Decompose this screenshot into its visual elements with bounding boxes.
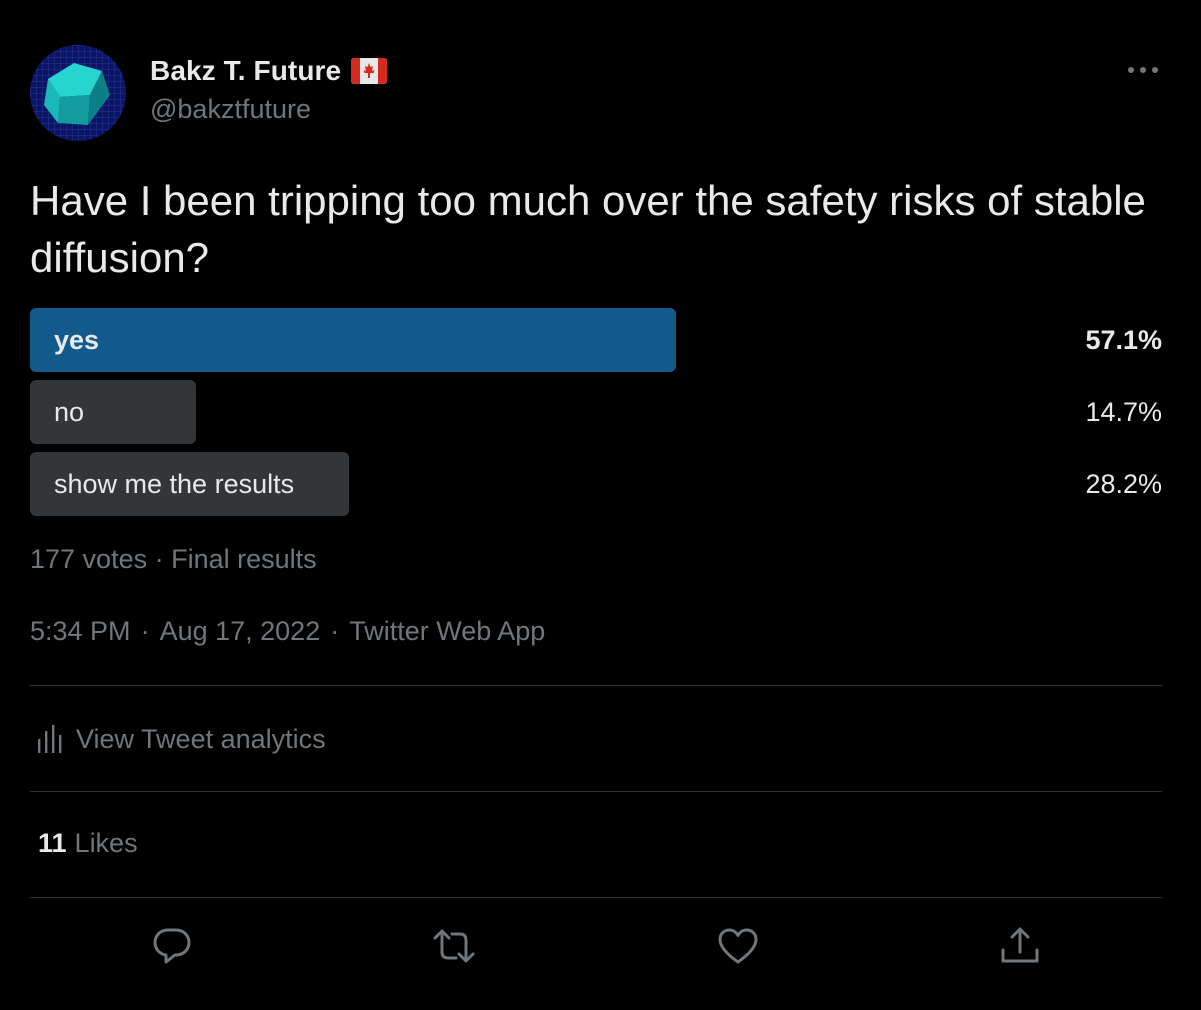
poll-option: no 14.7% bbox=[30, 380, 1162, 444]
poll-meta-separator: · bbox=[154, 544, 164, 574]
view-tweet-analytics-link[interactable]: View Tweet analytics bbox=[36, 718, 326, 760]
retweet-icon bbox=[433, 929, 475, 963]
poll-option-percent: 14.7% bbox=[1085, 397, 1162, 427]
likes-count-link[interactable]: 11 Likes bbox=[38, 828, 138, 859]
retweet-button[interactable] bbox=[432, 924, 476, 968]
divider bbox=[30, 897, 1162, 898]
author-name-row[interactable]: Bakz T. Future bbox=[150, 54, 388, 88]
poll-status: Final results bbox=[171, 544, 317, 574]
likes-count: 11 bbox=[38, 828, 67, 858]
poll-vote-count: 177 votes bbox=[30, 544, 148, 574]
display-name[interactable]: Bakz T. Future bbox=[150, 55, 341, 87]
analytics-bars-icon bbox=[38, 725, 62, 753]
avatar[interactable] bbox=[30, 45, 126, 141]
poll-option-percent: 28.2% bbox=[1085, 469, 1162, 499]
reply-icon bbox=[153, 928, 191, 964]
timestamp-separator: · bbox=[330, 616, 340, 646]
reply-button[interactable] bbox=[150, 924, 194, 968]
poll-meta: 177 votes · Final results bbox=[30, 544, 317, 575]
analytics-label: View Tweet analytics bbox=[76, 723, 326, 754]
divider bbox=[30, 685, 1162, 686]
likes-label: Likes bbox=[74, 828, 138, 858]
poll-option-label: yes bbox=[54, 325, 100, 355]
canada-flag-icon bbox=[351, 58, 388, 84]
poll-option-label: show me the results bbox=[54, 469, 295, 499]
poll-option-label: no bbox=[54, 397, 85, 427]
heart-icon bbox=[718, 928, 758, 964]
cube-avatar-icon bbox=[30, 45, 126, 141]
share-button[interactable] bbox=[998, 924, 1042, 968]
like-button[interactable] bbox=[716, 924, 760, 968]
poll-option-percent: 57.1% bbox=[1085, 325, 1162, 355]
poll: yes 57.1% no 14.7% show me the results 2… bbox=[30, 308, 1162, 524]
more-horizontal-icon[interactable] bbox=[1126, 58, 1160, 82]
author-handle[interactable]: @bakztfuture bbox=[150, 94, 311, 125]
tweet-text: Have I been tripping too much over the s… bbox=[30, 177, 1146, 281]
share-icon bbox=[1001, 927, 1039, 963]
tweet-time[interactable]: 5:34 PM bbox=[30, 616, 131, 647]
poll-result-bar bbox=[30, 308, 676, 372]
timestamp-separator: · bbox=[140, 616, 150, 646]
tweet-date[interactable]: Aug 17, 2022 bbox=[160, 616, 321, 647]
poll-option: yes 57.1% bbox=[30, 308, 1162, 372]
tweet-detail: Bakz T. Future @bakztfuture Have I been … bbox=[0, 0, 1201, 1010]
divider bbox=[30, 791, 1162, 792]
poll-option: show me the results 28.2% bbox=[30, 452, 1162, 516]
tweet-source[interactable]: Twitter Web App bbox=[349, 616, 545, 647]
tweet-timestamp: 5:34 PM · Aug 17, 2022 · Twitter Web App bbox=[30, 616, 545, 647]
